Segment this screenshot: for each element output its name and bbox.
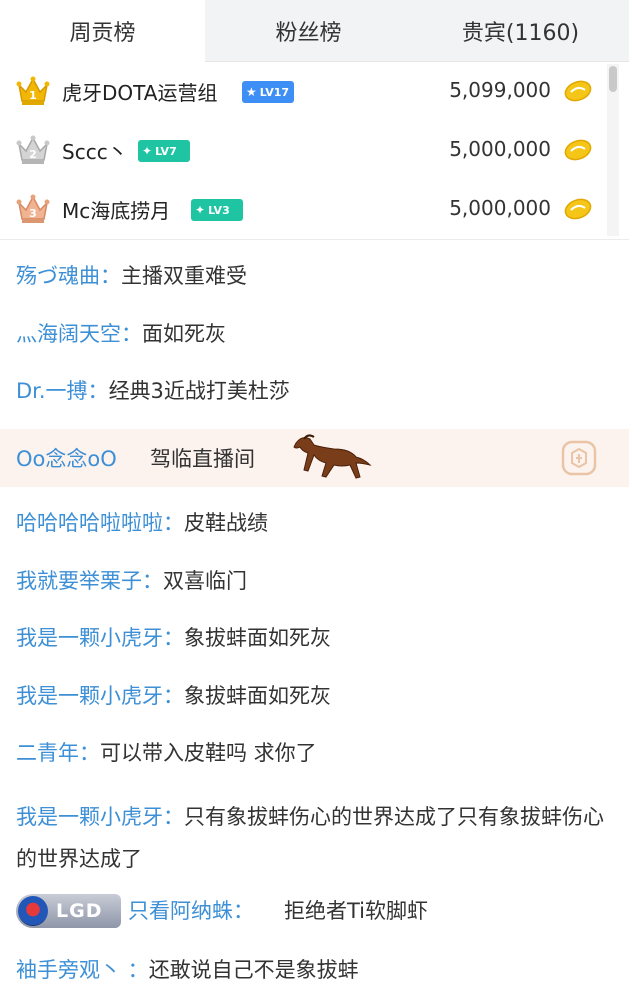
tab-fans[interactable]: 粉丝榜 <box>205 0 412 62</box>
chat-username[interactable]: 灬海阔天空： <box>16 322 142 346</box>
level-badge: ✦ LV3 <box>191 199 243 221</box>
chat-message: Dr.一搏：经典3近战打美杜莎 <box>16 376 616 406</box>
chat-text: 象拔蚌面如死灰 <box>184 626 331 650</box>
weekly-ranking-list: 1 虎牙DOTA运营组 ★ LV17 5,099,000 2 Sccc丶 ✦ LV7… <box>0 62 629 240</box>
contribution-amount: 5,000,000 <box>449 196 551 220</box>
tab-weekly-contribution[interactable]: 周贡榜 <box>0 0 205 62</box>
chat-text: 可以带入皮鞋吗 求你了 <box>100 741 317 765</box>
vip-action-text: 驾临直播间 <box>150 447 255 471</box>
chat-message: 哈哈哈哈啦啦啦：皮鞋战绩 <box>16 508 616 538</box>
rank-tabs: 周贡榜 粉丝榜 贵宾(1160) <box>0 0 629 62</box>
chat-messages: 殇づ魂曲：主播双重难受 灬海阔天空：面如死灰 Dr.一搏：经典3近战打美杜莎 O… <box>0 241 629 1000</box>
chat-username[interactable]: 只看阿纳蛛： <box>128 896 254 926</box>
chat-message: 袖手旁观丶 ：还敢说自己不是象拔蚌 <box>16 955 616 985</box>
gold-coin-icon <box>564 198 592 220</box>
ranking-username[interactable]: Sccc丶 <box>62 136 128 165</box>
fan-badge[interactable]: LGD <box>16 894 121 928</box>
rank-number: 3 <box>29 207 37 220</box>
gold-coin-icon <box>564 80 592 102</box>
bronze-crown-icon: 3 <box>16 194 50 223</box>
chat-username[interactable]: 我就要举栗子： <box>16 569 163 593</box>
chat-message: 我是一颗小虎牙：象拔蚌面如死灰 <box>16 681 616 711</box>
chat-message: 我就要举栗子：双喜临门 <box>16 566 616 596</box>
rank-number: 1 <box>29 89 37 102</box>
chat-message: 我是一颗小虎牙：象拔蚌面如死灰 <box>16 623 616 653</box>
chat-username[interactable]: 我是一颗小虎牙： <box>16 805 184 829</box>
ranking-row[interactable]: 2 Sccc丶 ✦ LV7 5,000,000 <box>0 121 605 179</box>
rank-number: 2 <box>29 148 37 161</box>
chat-message: 我是一颗小虎牙：只有象拔蚌伤心的世界达成了只有象拔蚌伤心的世界达成了 <box>16 796 606 880</box>
chat-text: 拒绝者Ti软脚虾 <box>284 899 429 923</box>
chat-message: 殇づ魂曲：主播双重难受 <box>16 261 616 291</box>
star-icon: ★ <box>246 85 257 99</box>
chat-username[interactable]: 我是一颗小虎牙： <box>16 684 184 708</box>
vip-entry-notice: Oo念念oO 驾临直播间 <box>0 429 629 487</box>
ranking-username[interactable]: 虎牙DOTA运营组 <box>62 77 218 106</box>
scrollbar-thumb[interactable] <box>609 66 617 92</box>
vip-username[interactable]: Oo念念oO <box>16 443 117 473</box>
gold-crown-icon: 1 <box>16 76 50 105</box>
silver-crown-icon: 2 <box>16 135 50 164</box>
chat-text: 象拔蚌面如死灰 <box>184 684 331 708</box>
sparkle-icon: ✦ <box>142 144 153 158</box>
chat-username[interactable]: 二青年： <box>16 741 100 765</box>
sparkle-icon: ✦ <box>195 203 206 217</box>
ranking-row[interactable]: 1 虎牙DOTA运营组 ★ LV17 5,099,000 <box>0 62 605 120</box>
fan-badge-label: LGD <box>56 900 103 922</box>
gold-coin-icon <box>564 139 592 161</box>
chat-text: 还敢说自己不是象拔蚌 <box>148 958 359 982</box>
chat-text: 主播双重难受 <box>121 264 247 288</box>
ranking-row[interactable]: 3 Mc海底捞月 ✦ LV3 5,000,000 <box>0 180 605 238</box>
horse-icon <box>293 434 372 479</box>
chat-username[interactable]: 我是一颗小虎牙： <box>16 626 184 650</box>
contribution-amount: 5,000,000 <box>449 137 551 161</box>
chat-text: 面如死灰 <box>142 322 226 346</box>
chat-username[interactable]: 袖手旁观丶 ： <box>16 958 149 982</box>
chat-username[interactable]: 殇づ魂曲： <box>16 264 121 288</box>
chat-text: 双喜临门 <box>163 569 247 593</box>
vip-badge-icon <box>561 440 597 476</box>
chat-text: 皮鞋战绩 <box>184 511 268 535</box>
ranking-username[interactable]: Mc海底捞月 <box>62 195 170 224</box>
contribution-amount: 5,099,000 <box>449 78 551 102</box>
chat-message: 灬海阔天空：面如死灰 <box>16 319 616 349</box>
tab-vip-guests[interactable]: 贵宾(1160) <box>412 0 629 62</box>
chat-message: 二青年：可以带入皮鞋吗 求你了 <box>16 738 616 768</box>
chat-text: 经典3近战打美杜莎 <box>108 379 290 403</box>
chat-message: LGD 只看阿纳蛛： 拒绝者Ti软脚虾 <box>16 891 616 931</box>
level-badge: ★ LV17 <box>242 81 294 103</box>
chat-username[interactable]: Dr.一搏： <box>16 379 109 403</box>
chat-username[interactable]: 哈哈哈哈啦啦啦： <box>16 511 184 535</box>
level-badge: ✦ LV7 <box>138 140 190 162</box>
team-logo-icon <box>18 896 48 926</box>
